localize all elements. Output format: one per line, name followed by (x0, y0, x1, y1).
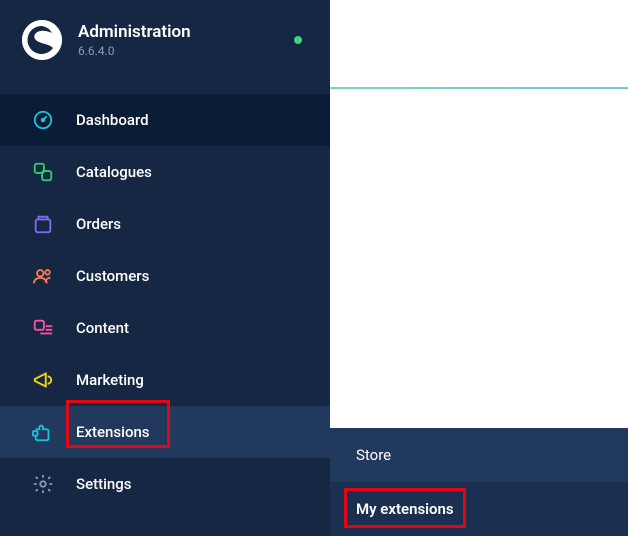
marketing-icon (32, 369, 54, 391)
nav-item-catalogues[interactable]: Catalogues (0, 146, 330, 198)
nav-label: Orders (76, 215, 121, 233)
submenu-label: Store (356, 446, 391, 464)
app-version: 6.6.4.0 (78, 44, 294, 58)
submenu-item-store[interactable]: Store (330, 428, 628, 482)
nav-item-settings[interactable]: Settings (0, 458, 330, 510)
main-content: Store My extensions (330, 0, 628, 536)
nav-item-orders[interactable]: Orders (0, 198, 330, 250)
extensions-icon (32, 421, 54, 443)
settings-icon (32, 473, 54, 495)
nav-item-marketing[interactable]: Marketing (0, 354, 330, 406)
submenu-label: My extensions (356, 500, 454, 518)
nav-item-dashboard[interactable]: Dashboard (0, 94, 330, 146)
nav-label: Content (76, 319, 129, 337)
nav-item-extensions[interactable]: Extensions (0, 406, 330, 458)
main-nav: Dashboard Catalogues O (0, 94, 330, 510)
brand-logo[interactable] (22, 20, 62, 60)
app-root: Administration 6.6.4.0 Dashboard (0, 0, 628, 536)
sidebar-header: Administration 6.6.4.0 (0, 0, 330, 80)
nav-label: Settings (76, 475, 132, 493)
dashboard-icon (32, 109, 54, 131)
orders-icon (32, 213, 54, 235)
extensions-submenu: Store My extensions (330, 428, 628, 536)
nav-label: Marketing (76, 371, 144, 389)
nav-item-customers[interactable]: Customers (0, 250, 330, 302)
status-indicator (294, 36, 302, 44)
app-title: Administration (78, 22, 294, 42)
nav-label: Extensions (76, 423, 150, 441)
content-icon (32, 317, 54, 339)
nav-label: Catalogues (76, 163, 152, 181)
submenu-item-my-extensions[interactable]: My extensions (330, 482, 628, 536)
nav-item-content[interactable]: Content (0, 302, 330, 354)
nav-label: Dashboard (76, 111, 149, 129)
sidebar: Administration 6.6.4.0 Dashboard (0, 0, 330, 536)
customers-icon (32, 265, 54, 287)
nav-label: Customers (76, 267, 149, 285)
content-divider (330, 87, 628, 89)
catalogues-icon (32, 161, 54, 183)
header-text: Administration 6.6.4.0 (78, 22, 294, 58)
